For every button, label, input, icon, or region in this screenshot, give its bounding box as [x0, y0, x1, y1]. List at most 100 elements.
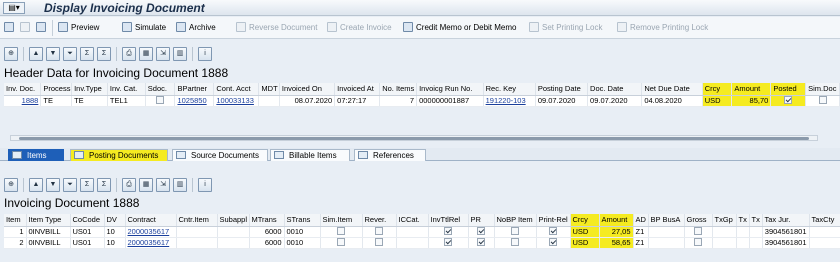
tab-billable-items[interactable]: Billable Items [270, 149, 350, 161]
items-col-6[interactable]: Subappl [217, 214, 250, 227]
header-col-14[interactable]: Doc. Date [587, 83, 643, 96]
horizontal-scrollbar[interactable] [10, 135, 818, 141]
items-col-10[interactable]: Rever. [362, 214, 397, 227]
item-cell-9[interactable] [320, 237, 363, 249]
header-col-5[interactable]: BPartner [174, 83, 215, 96]
item-cell-4[interactable]: 2000035617 [125, 226, 177, 238]
header-col-4[interactable]: Sdoc. [145, 83, 176, 96]
item-cell-12[interactable] [428, 237, 469, 249]
header-col-7[interactable]: MDT [258, 83, 280, 96]
table-row[interactable]: 1 0INVBILL US01 10 2000035617 6000 0010 USD 27,0… [4, 226, 840, 238]
items-col-13[interactable]: PR [468, 214, 495, 227]
create-invoice-button[interactable]: Create Invoice [327, 21, 392, 35]
checkbox[interactable] [444, 227, 452, 235]
header-col-15[interactable]: Net Due Date [641, 83, 703, 96]
items-col-14[interactable]: NoBP Item [494, 214, 537, 227]
items-print-icon[interactable]: ⎙ [122, 178, 136, 192]
header-col-9[interactable]: Invoiced At [334, 83, 381, 96]
items-sum-icon[interactable]: Σ [80, 178, 94, 192]
sdoc-checkbox[interactable] [145, 95, 176, 107]
header-col-11[interactable]: Invoicg Run No. [416, 83, 484, 96]
items-col-20[interactable]: Gross [684, 214, 713, 227]
checkbox[interactable] [549, 227, 557, 235]
items-col-16[interactable]: Crcy [570, 214, 600, 227]
item-cell-10[interactable] [362, 237, 397, 249]
checkbox[interactable] [337, 227, 345, 235]
header-col-12[interactable]: Rec. Key [483, 83, 536, 96]
scrollbar-thumb[interactable] [19, 137, 809, 140]
table-row[interactable]: 2 0INVBILL US01 10 2000035617 6000 0010 USD 58,6… [4, 237, 840, 249]
tab-posting-documents[interactable]: Posting Documents [70, 149, 168, 161]
items-sort-ascending-icon[interactable]: ▲ [29, 178, 43, 192]
tab-items[interactable]: Items [8, 149, 64, 161]
header-col-10[interactable]: No. Items [379, 83, 418, 96]
items-view-icon[interactable]: ▦ [139, 178, 153, 192]
tab-references[interactable]: References [354, 149, 426, 161]
info-icon[interactable]: i [198, 47, 212, 61]
preview-button[interactable]: Preview [58, 21, 99, 35]
header-col-1[interactable]: Process [40, 83, 73, 96]
items-filter-icon[interactable]: ⏷ [63, 178, 77, 192]
items-col-12[interactable]: InvTtlRel [428, 214, 469, 227]
checkbox[interactable] [477, 227, 485, 235]
checkbox[interactable] [511, 227, 519, 235]
items-col-9[interactable]: Sim.Item [320, 214, 363, 227]
items-col-2[interactable]: CoCode [70, 214, 105, 227]
simulate-button[interactable]: Simulate [122, 21, 166, 35]
items-layout-icon[interactable]: ▥ [173, 178, 187, 192]
remove-printing-lock-button[interactable]: Remove Printing Lock [617, 21, 708, 35]
items-sort-descending-icon[interactable]: ▼ [46, 178, 60, 192]
set-printing-lock-button[interactable]: Set Printing Lock [529, 21, 602, 35]
items-col-3[interactable]: DV [104, 214, 126, 227]
layout-icon[interactable]: ▥ [173, 47, 187, 61]
header-col-0[interactable]: Inv. Doc. [4, 83, 42, 96]
header-col-3[interactable]: Inv. Cat. [107, 83, 146, 96]
items-col-21[interactable]: TxGp [712, 214, 737, 227]
items-col-0[interactable]: Item [4, 214, 27, 227]
items-col-15[interactable]: Print-Rel [536, 214, 571, 227]
item-cell-14[interactable] [494, 226, 537, 238]
edit-icon[interactable] [4, 21, 17, 35]
item-cell-13[interactable] [468, 226, 495, 238]
reverse-document-button[interactable]: Reverse Document [236, 21, 317, 35]
items-col-23[interactable]: Tx [749, 214, 763, 227]
checkbox[interactable] [375, 238, 383, 246]
checkbox[interactable] [694, 227, 702, 235]
checkbox[interactable] [511, 238, 519, 246]
header-col-6[interactable]: Cont. Acct [213, 83, 260, 96]
cont-acct-cell[interactable]: 100033133 [213, 95, 260, 107]
posted-checkbox[interactable] [770, 95, 807, 107]
items-col-25[interactable]: TaxCty [809, 214, 840, 227]
header-col-16[interactable]: Crcy [702, 83, 733, 96]
items-info-icon[interactable]: i [198, 178, 212, 192]
sort-ascending-icon[interactable]: ▲ [29, 47, 43, 61]
sim-doc-checkbox[interactable] [805, 95, 840, 107]
display-change-icon[interactable] [20, 21, 33, 35]
details-icon[interactable]: ⊕ [4, 47, 18, 61]
items-col-18[interactable]: AD [633, 214, 649, 227]
archive-button[interactable]: Archive [176, 21, 216, 35]
header-col-8[interactable]: Invoiced On [279, 83, 336, 96]
sort-descending-icon[interactable]: ▼ [46, 47, 60, 61]
export-icon[interactable]: ⇲ [156, 47, 170, 61]
items-col-1[interactable]: Item Type [26, 214, 71, 227]
checkbox[interactable] [337, 238, 345, 246]
items-col-8[interactable]: STrans [284, 214, 321, 227]
header-col-2[interactable]: Inv.Type [71, 83, 108, 96]
items-col-11[interactable]: ICCat. [396, 214, 429, 227]
items-col-5[interactable]: Cntr.Item [176, 214, 218, 227]
view-icon[interactable]: ▦ [139, 47, 153, 61]
tab-source-documents[interactable]: Source Documents [172, 149, 268, 161]
item-cell-20[interactable] [684, 237, 713, 249]
header-row[interactable]: 1888 TE TE TEL1 1025850 100033133 08.07.… [4, 95, 840, 107]
filter-icon[interactable]: ⏷ [63, 47, 77, 61]
items-export-icon[interactable]: ⇲ [156, 178, 170, 192]
item-cell-14[interactable] [494, 237, 537, 249]
items-col-7[interactable]: MTrans [249, 214, 285, 227]
items-subtotal-icon[interactable]: Σ [97, 178, 111, 192]
other-object-icon[interactable] [36, 21, 49, 35]
items-col-4[interactable]: Contract [125, 214, 177, 227]
rec-key-cell[interactable]: 191220-103 [483, 95, 536, 107]
sum-icon[interactable]: Σ [80, 47, 94, 61]
item-cell-20[interactable] [684, 226, 713, 238]
